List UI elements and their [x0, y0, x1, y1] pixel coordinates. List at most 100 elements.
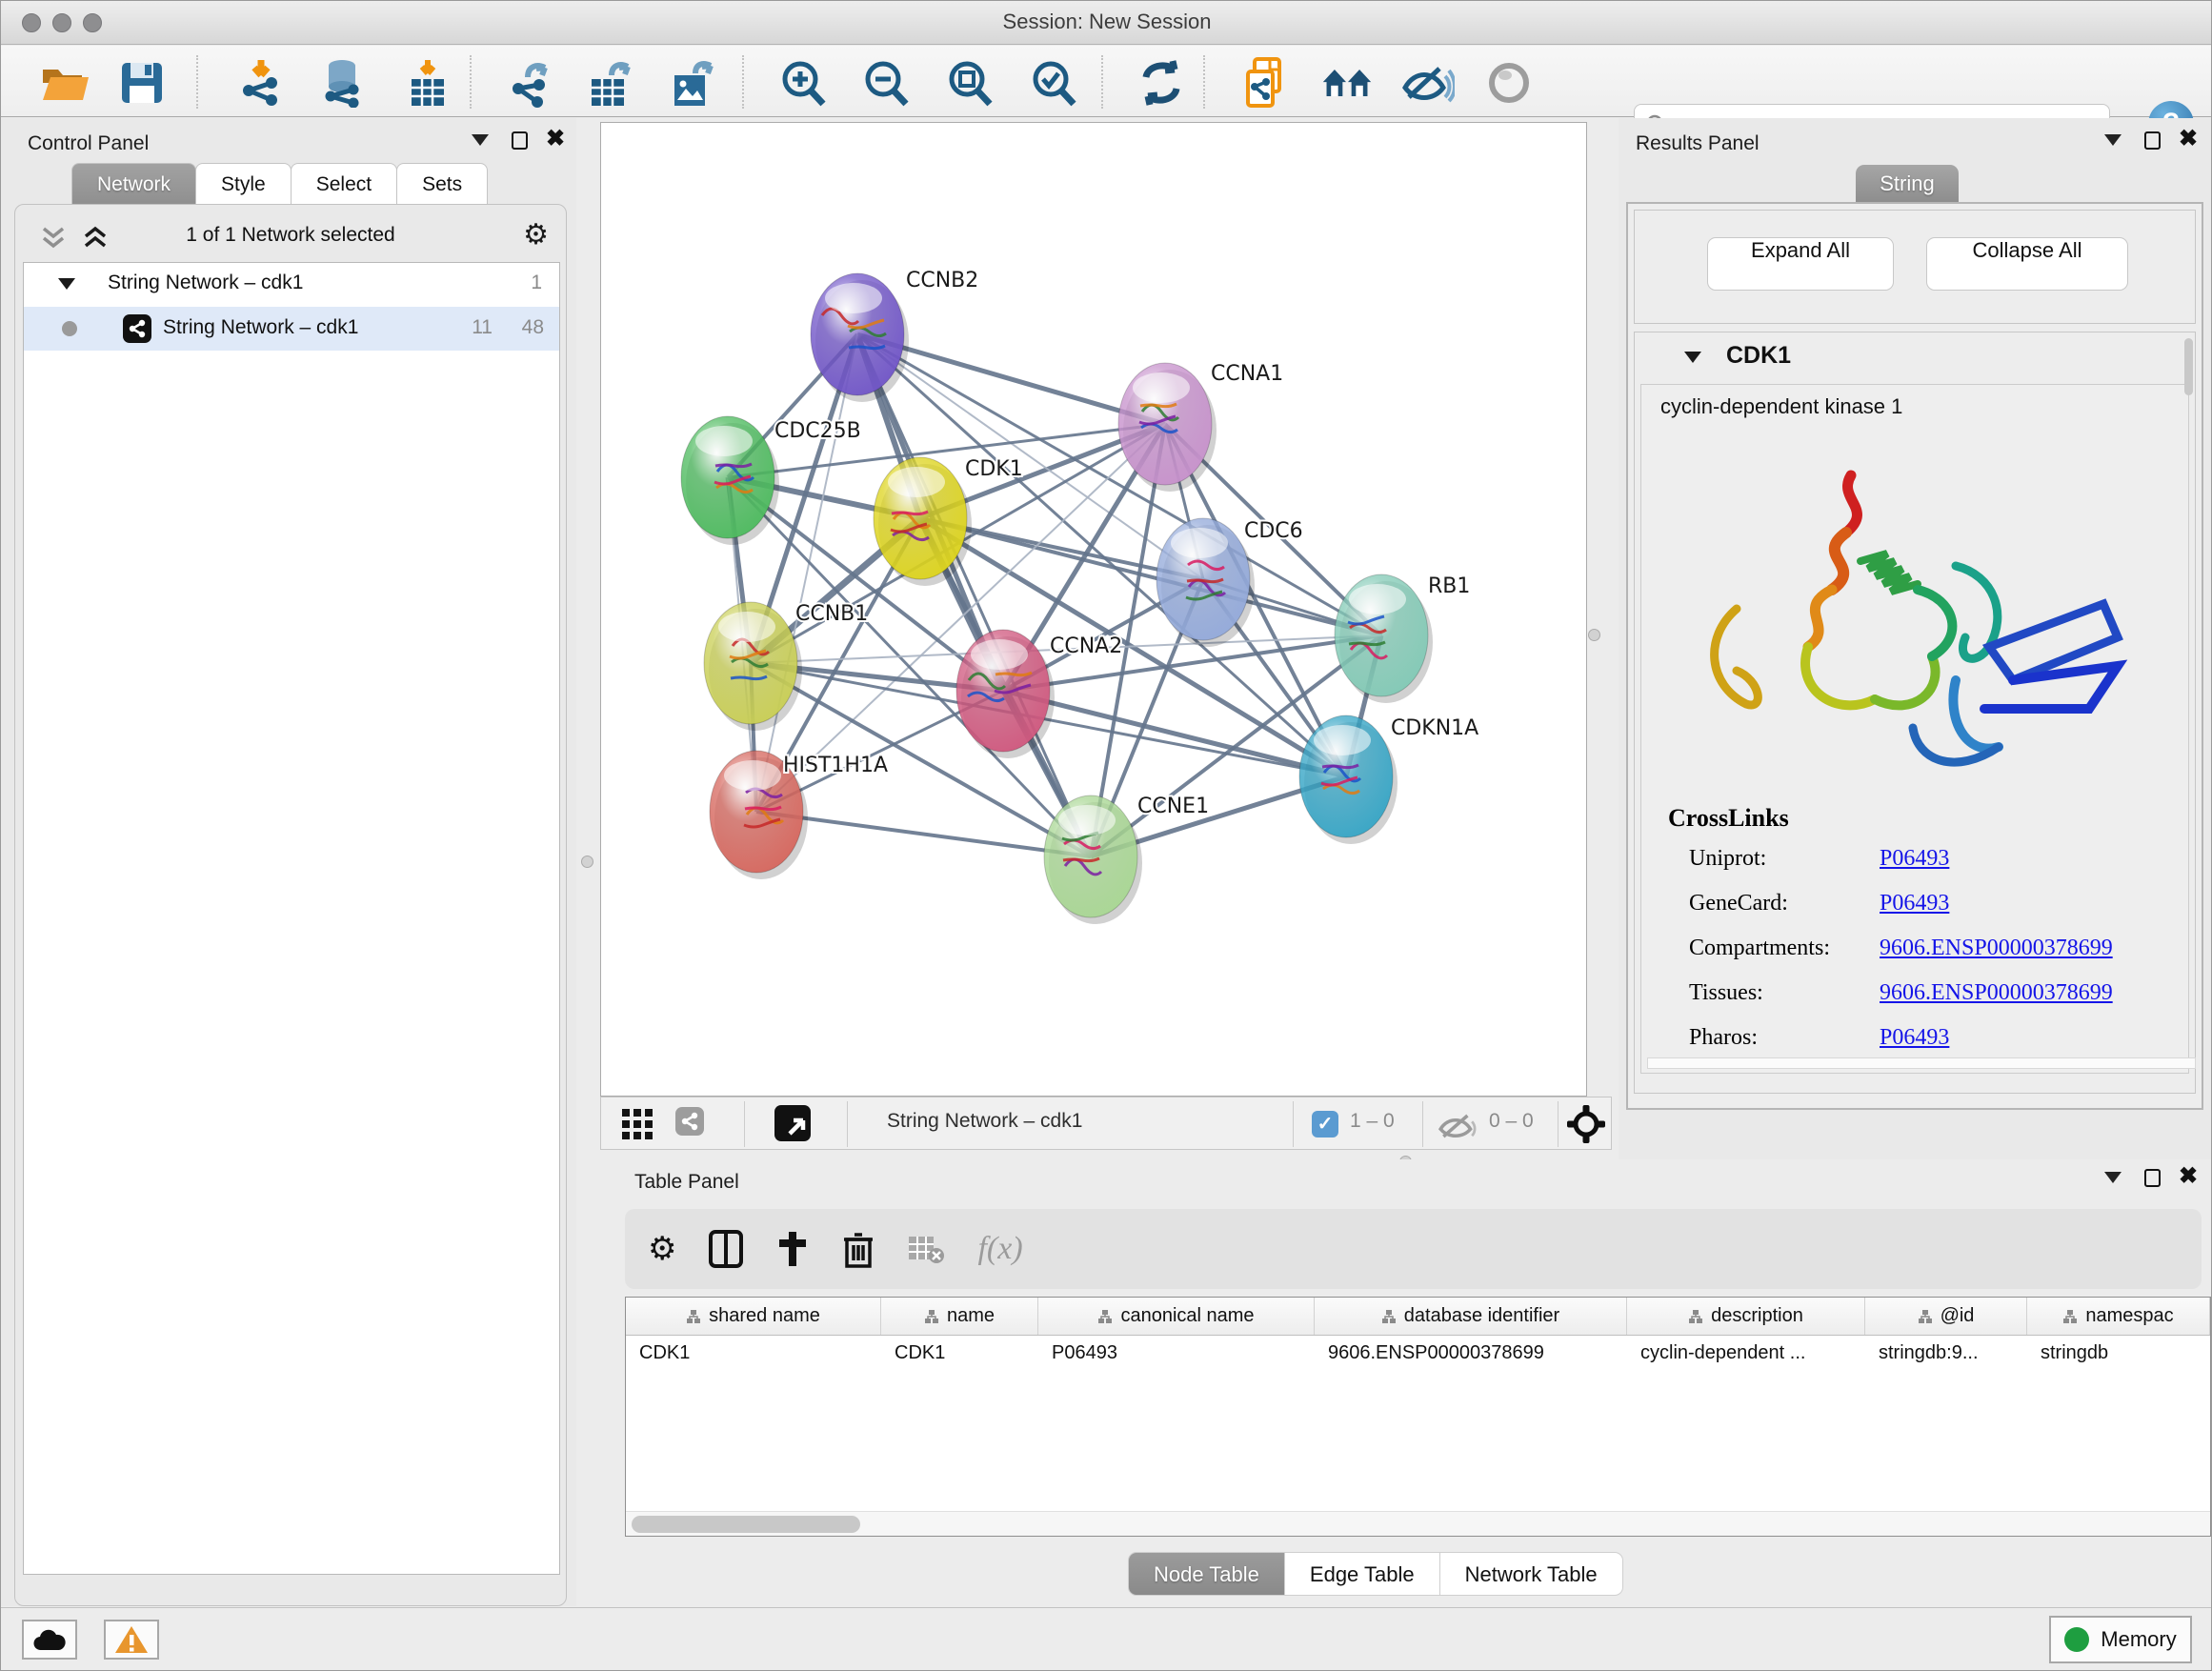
table-cell[interactable]: CDK1 — [881, 1336, 1038, 1374]
selected-count-checkbox-icon[interactable]: ✓ — [1312, 1111, 1338, 1137]
pan-crosshair-icon[interactable] — [1567, 1105, 1605, 1143]
close-panel-icon[interactable]: ✖ — [2179, 130, 2198, 151]
apply-layout-icon[interactable] — [1135, 59, 1188, 107]
add-column-icon[interactable] — [775, 1230, 810, 1268]
import-network-from-database-icon[interactable] — [315, 59, 369, 107]
cloud-status-button[interactable] — [22, 1620, 77, 1660]
crosslink-uniprot-link[interactable]: P06493 — [1880, 846, 1949, 872]
control-panel-title: Control Panel — [28, 132, 149, 155]
tab-select[interactable]: Select — [291, 163, 397, 205]
column-header-name[interactable]: name — [881, 1298, 1038, 1335]
network-collection-row[interactable]: String Network – cdk1 1 — [24, 263, 559, 307]
table-cell[interactable]: CDK1 — [626, 1336, 881, 1374]
table-horizontal-scrollbar[interactable] — [626, 1511, 2210, 1536]
table-cell[interactable]: stringdb — [2027, 1336, 2210, 1374]
network-canvas[interactable]: CCNB2CCNA1CDC25BCDK1CDC6RB1CCNB1CCNA2CDK… — [600, 122, 1587, 1097]
column-type-icon — [924, 1309, 939, 1324]
tab-network[interactable]: Network — [71, 163, 196, 205]
right-splitter-handle[interactable] — [1588, 629, 1600, 641]
table-row[interactable]: CDK1CDK1P064939606.ENSP00000378699cyclin… — [626, 1336, 2210, 1374]
close-panel-icon[interactable]: ✖ — [546, 130, 565, 151]
tab-node-table[interactable]: Node Table — [1128, 1552, 1285, 1596]
results-tab-string[interactable]: String — [1856, 165, 1959, 203]
node-description: cyclin-dependent kinase 1 — [1660, 394, 1902, 419]
undock-panel-icon[interactable] — [2144, 131, 2161, 154]
crosslink-pharos-link[interactable]: P06493 — [1880, 1025, 1949, 1051]
export-network-to-file-icon[interactable] — [504, 59, 557, 107]
tab-edge-table[interactable]: Edge Table — [1284, 1552, 1440, 1596]
duplicate-network-icon[interactable] — [1239, 59, 1293, 107]
float-panel-icon[interactable] — [2104, 133, 2122, 151]
column-header-namespac[interactable]: namespac — [2027, 1298, 2210, 1335]
show-columns-icon[interactable] — [709, 1230, 743, 1268]
scrollbar-thumb[interactable] — [632, 1516, 860, 1533]
hide-selected-icon[interactable] — [1401, 59, 1455, 107]
edge-CDK1-RB1[interactable] — [920, 518, 1381, 635]
collection-expander-icon[interactable] — [58, 278, 75, 290]
section-expander-icon[interactable] — [1684, 352, 1701, 363]
crosslink-tissues-link[interactable]: 9606.ENSP00000378699 — [1880, 980, 2113, 1006]
network-node-CDC6[interactable]: CDC6 — [1156, 518, 1303, 647]
column-header-shared-name[interactable]: shared name — [626, 1298, 881, 1335]
export-image-icon[interactable] — [666, 59, 719, 107]
edge-CCNB2-CCNE1[interactable] — [857, 334, 1091, 856]
table-panel: Table Panel ✖ ⚙ f(x) shared namenamecano… — [615, 1159, 2212, 1606]
open-session-icon[interactable] — [39, 59, 92, 107]
zoom-in-icon[interactable] — [777, 59, 831, 107]
column-header-database-identifier[interactable]: database identifier — [1315, 1298, 1627, 1335]
first-neighbors-icon[interactable] — [1320, 59, 1374, 107]
expand-all-button[interactable]: Expand All — [1707, 237, 1894, 291]
birdseye-view-icon[interactable] — [774, 1105, 811, 1141]
tab-network-table[interactable]: Network Table — [1439, 1552, 1623, 1596]
function-builder-icon: f(x) — [977, 1231, 1022, 1267]
left-splitter-handle[interactable] — [581, 856, 593, 868]
node-section-header[interactable]: CDK1 — [1635, 332, 2195, 382]
network-node-CCNA1[interactable]: CCNA1 — [1118, 362, 1283, 492]
crosslink-compartments-link[interactable]: 9606.ENSP00000378699 — [1880, 936, 2113, 961]
table-cell[interactable]: P06493 — [1038, 1336, 1315, 1374]
show-all-icon[interactable] — [1482, 59, 1536, 107]
edge-CCNB2-HIST1H1A[interactable] — [756, 334, 857, 812]
network-node-CCNB1[interactable]: CCNB1 — [704, 602, 868, 731]
tab-style[interactable]: Style — [195, 163, 292, 205]
network-node-CCNB2[interactable]: CCNB2 — [811, 269, 978, 402]
column-header-description[interactable]: description — [1627, 1298, 1865, 1335]
undock-panel-icon[interactable] — [2144, 1169, 2161, 1192]
save-session-icon[interactable] — [115, 59, 169, 107]
undock-panel-icon[interactable] — [512, 131, 528, 154]
zoom-selected-icon[interactable] — [1028, 59, 1081, 107]
network-options-gear-icon[interactable]: ⚙ — [523, 218, 549, 252]
network-node-CCNA2[interactable]: CCNA2 — [956, 630, 1122, 758]
float-panel-icon[interactable] — [2104, 1171, 2122, 1188]
network-node-CCNE1[interactable]: CCNE1 — [1044, 795, 1209, 924]
warning-status-button[interactable] — [104, 1620, 159, 1660]
column-header-canonical-name[interactable]: canonical name — [1038, 1298, 1315, 1335]
table-cell[interactable]: 9606.ENSP00000378699 — [1315, 1336, 1627, 1374]
network-node-CDKN1A[interactable]: CDKN1A — [1299, 715, 1478, 844]
collapse-all-button[interactable]: Collapse All — [1926, 237, 2128, 291]
grid-view-icon[interactable] — [622, 1109, 654, 1141]
tab-sets[interactable]: Sets — [396, 163, 488, 205]
table-options-gear-icon[interactable]: ⚙ — [648, 1230, 676, 1268]
close-panel-icon[interactable]: ✖ — [2179, 1167, 2198, 1188]
export-table-to-file-icon[interactable] — [584, 59, 637, 107]
network-node-HIST1H1A[interactable]: HIST1H1A — [710, 751, 888, 879]
results-vertical-scrollbar[interactable] — [2184, 338, 2193, 395]
delete-column-icon[interactable] — [842, 1230, 875, 1268]
results-panel-title: Results Panel — [1636, 132, 1760, 155]
memory-button[interactable]: Memory — [2049, 1616, 2192, 1663]
network-node-CDC25B[interactable]: CDC25B — [681, 416, 861, 545]
float-panel-icon[interactable] — [472, 133, 489, 151]
zoom-fit-icon[interactable] — [944, 59, 997, 107]
import-table-from-file-icon[interactable] — [401, 59, 454, 107]
network-row-selected[interactable]: String Network – cdk1 11 48 — [24, 307, 559, 351]
table-cell[interactable]: cyclin-dependent ... — [1627, 1336, 1865, 1374]
results-horizontal-scrollbar[interactable] — [1647, 1057, 2196, 1069]
table-cell[interactable]: stringdb:9... — [1865, 1336, 2027, 1374]
zoom-out-icon[interactable] — [860, 59, 914, 107]
network-share-icon[interactable] — [675, 1107, 704, 1136]
crosslink-genecard-link[interactable]: P06493 — [1880, 891, 1949, 916]
network-node-RB1[interactable]: RB1 — [1335, 574, 1470, 703]
import-network-from-file-icon[interactable] — [234, 59, 288, 107]
column-header-@id[interactable]: @id — [1865, 1298, 2027, 1335]
